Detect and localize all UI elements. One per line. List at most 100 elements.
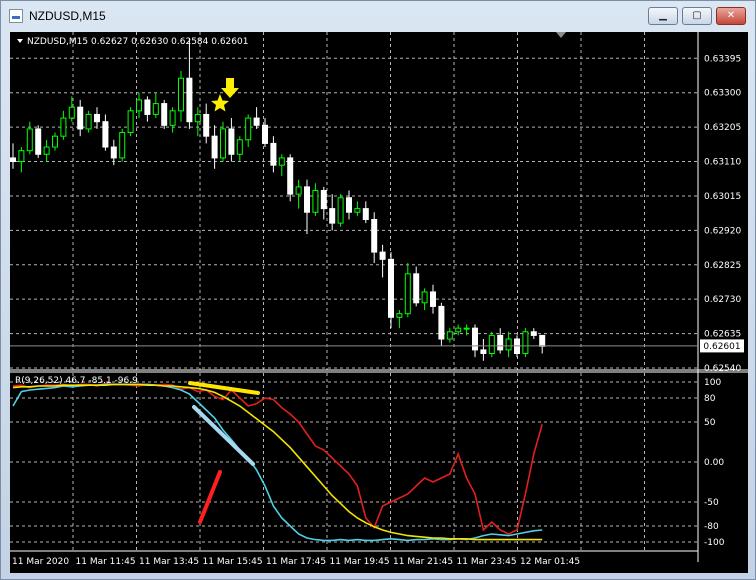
- candle-body: [320, 190, 327, 210]
- red-trend-line[interactable]: [198, 470, 222, 524]
- candle-body: [110, 146, 117, 159]
- indicator-grid: [10, 373, 698, 551]
- candle-body: [287, 157, 294, 195]
- chart-area[interactable]: 0.62601 NZDUSD,M15 0.62627 0.62630 0.625…: [10, 32, 748, 573]
- candle-body: [60, 117, 67, 137]
- current-price-label: 0.62601: [703, 342, 740, 352]
- close-button[interactable]: ✕: [716, 7, 746, 25]
- candle-body: [52, 135, 58, 148]
- candle-body: [346, 197, 352, 213]
- price-axis: 0.63395 0.63300 0.63205 0.63110 0.63015 …: [704, 54, 741, 374]
- candle-body: [463, 327, 470, 330]
- indicator-tick-label: -50: [704, 498, 719, 508]
- candle-body: [211, 135, 218, 159]
- candle-body: [136, 99, 142, 112]
- candle-body: [194, 113, 201, 123]
- candle-body: [505, 338, 512, 351]
- candle-body: [26, 128, 33, 152]
- candle-body: [413, 273, 420, 304]
- candle-body: [161, 103, 168, 126]
- candle-body: [295, 186, 302, 195]
- candle-body: [388, 258, 394, 318]
- price-tick-label: 0.62920: [704, 226, 741, 236]
- candle-body: [379, 251, 386, 260]
- price-header: NZDUSD,M15 0.62627 0.62630 0.62584 0.626…: [27, 37, 248, 47]
- time-tick-label: 11 Mar 11:45: [76, 557, 136, 567]
- candle-body: [396, 313, 403, 318]
- candle-body: [404, 273, 411, 315]
- candle-body: [10, 157, 16, 163]
- indicator-tick-label: 50: [704, 418, 716, 428]
- time-tick-label: 12 Mar 01:45: [520, 557, 580, 567]
- candle-body: [455, 327, 462, 333]
- down-arrow-annotation[interactable]: [221, 78, 239, 98]
- time-tick-label: 11 Mar 23:45: [457, 557, 517, 567]
- price-tick-label: 0.63300: [704, 89, 741, 99]
- candle-body: [430, 291, 436, 307]
- chart-window-icon: [9, 9, 23, 23]
- symbol-menu-icon[interactable]: [17, 39, 23, 43]
- price-tick-label: 0.62825: [704, 261, 741, 271]
- title-bar[interactable]: NZDUSD,M15 ▁ ▢ ✕: [1, 1, 755, 31]
- candle-body: [85, 113, 92, 130]
- candle-body: [236, 139, 243, 155]
- star-annotation[interactable]: [211, 94, 229, 112]
- candle-body: [152, 103, 159, 115]
- indicator-axis: 100 80 50 0.00 -50 -80 -100: [704, 378, 725, 548]
- chart-shift-marker[interactable]: [556, 32, 566, 38]
- time-tick-label: 11 Mar 17:45: [266, 557, 326, 567]
- candle-body: [253, 117, 260, 126]
- candle-body: [68, 106, 75, 119]
- maximize-button[interactable]: ▢: [682, 7, 712, 25]
- candle-body: [245, 117, 252, 141]
- candle-body: [304, 186, 310, 213]
- price-tick-label: 0.63015: [704, 192, 741, 202]
- blue-trend-line[interactable]: [192, 405, 255, 466]
- time-tick-label: 11 Mar 21:45: [393, 557, 453, 567]
- window-title: NZDUSD,M15: [29, 9, 106, 23]
- time-axis: 11 Mar 2020 11 Mar 11:45 11 Mar 13:45 11…: [12, 557, 580, 567]
- candle-body: [43, 146, 50, 155]
- candle-body: [35, 128, 42, 155]
- candle-body: [488, 334, 495, 355]
- candle-body: [362, 208, 369, 220]
- indicator-tick-label: -100: [704, 538, 725, 548]
- indicator-tick-label: 100: [704, 378, 721, 388]
- indicator-tick-label: -80: [704, 522, 719, 532]
- chart-svg[interactable]: 0.62601 NZDUSD,M15 0.62627 0.62630 0.625…: [10, 32, 748, 573]
- candle-body: [354, 208, 361, 213]
- price-tick-label: 0.63395: [704, 54, 741, 64]
- candle-body: [337, 197, 344, 224]
- candle-body: [127, 110, 134, 134]
- time-tick-label: 11 Mar 13:45: [139, 557, 199, 567]
- time-tick-label: 11 Mar 2020: [12, 557, 69, 567]
- candle-body: [186, 77, 193, 123]
- candle-body: [522, 331, 529, 355]
- candle-body: [169, 110, 176, 126]
- candle-body: [421, 291, 428, 304]
- time-tick-label: 11 Mar 15:45: [203, 557, 263, 567]
- price-tick-label: 0.63110: [704, 158, 741, 168]
- candle-body: [329, 208, 336, 224]
- candle-body: [530, 331, 537, 336]
- candle-body: [472, 327, 478, 351]
- time-tick-label: 11 Mar 19:45: [330, 557, 390, 567]
- candle-body: [480, 349, 487, 355]
- candle-body: [262, 124, 268, 144]
- candle-body: [77, 106, 84, 130]
- candle-body: [228, 128, 235, 155]
- candle-body: [278, 157, 285, 166]
- price-tick-label: 0.62730: [704, 295, 741, 305]
- candle-body: [312, 190, 319, 213]
- candle-body: [119, 132, 126, 159]
- candle-body: [94, 113, 100, 123]
- minimize-button[interactable]: ▁: [648, 7, 678, 25]
- indicator-tick-label: 80: [704, 394, 716, 404]
- candle-body: [144, 99, 151, 115]
- price-tick-label: 0.62540: [704, 364, 741, 374]
- price-grid: [10, 32, 698, 370]
- indicator-tick-label: 0.00: [704, 458, 724, 468]
- candles: [10, 38, 546, 361]
- candle-body: [270, 142, 277, 166]
- candle-body: [438, 305, 445, 340]
